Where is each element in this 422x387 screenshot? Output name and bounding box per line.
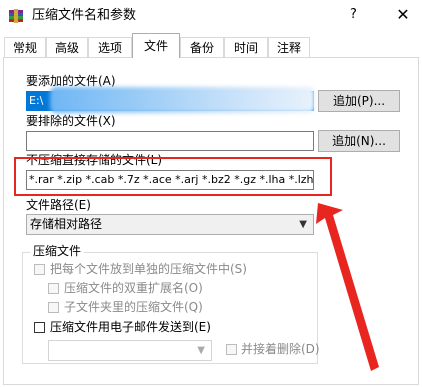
file-paths-label: 文件路径(E) [26, 198, 91, 212]
help-button[interactable]: ? [350, 6, 357, 24]
red-annotation-arrow [316, 203, 379, 371]
delete-after-checkbox[interactable] [226, 344, 237, 355]
separate-archive-checkbox[interactable] [34, 264, 45, 275]
double-extension-label: 压缩文件的双重扩展名(O) [64, 281, 203, 295]
double-extension-checkbox[interactable] [48, 283, 59, 294]
subfolder-archive-checkbox[interactable] [48, 302, 59, 313]
window-title: 压缩文件名和参数 [32, 8, 137, 23]
email-recipient-dropdown[interactable]: ▼ [48, 340, 212, 361]
email-archive-checkbox[interactable] [34, 322, 45, 333]
close-button[interactable]: ✕ [388, 2, 418, 28]
redaction-blur [50, 87, 315, 113]
add-files-append-button[interactable]: 追加(P)... [318, 90, 400, 112]
tab-comment[interactable]: 注释 [268, 37, 310, 57]
tab-backup[interactable]: 备份 [180, 37, 224, 57]
exclude-files-append-button[interactable]: 追加(N)... [318, 130, 400, 152]
files-to-exclude-label: 要排除的文件(X) [26, 114, 116, 128]
separate-archive-label: 把每个文件放到单独的压缩文件中(S) [50, 262, 247, 276]
files-to-add-value: E:\ [29, 94, 44, 107]
winrar-app-icon [9, 9, 23, 23]
email-archive-label: 压缩文件用电子邮件发送到(E) [50, 320, 211, 334]
files-to-exclude-input[interactable] [26, 131, 314, 151]
compress-group-title: 压缩文件 [30, 244, 85, 259]
tab-advanced[interactable]: 高级 [46, 37, 88, 57]
red-highlight-box [14, 157, 332, 196]
tab-files[interactable]: 文件 [132, 33, 180, 58]
tab-time[interactable]: 时间 [224, 37, 268, 57]
file-paths-selected: 存储相对路径 [30, 217, 103, 231]
tab-options[interactable]: 选项 [88, 37, 132, 57]
subfolder-archive-label: 子文件夹里的压缩文件(Q) [64, 300, 203, 314]
chevron-down-icon: ▼ [197, 345, 205, 356]
file-paths-dropdown[interactable]: 存储相对路径 ▼ [26, 214, 314, 235]
tab-general[interactable]: 常规 [4, 37, 46, 57]
